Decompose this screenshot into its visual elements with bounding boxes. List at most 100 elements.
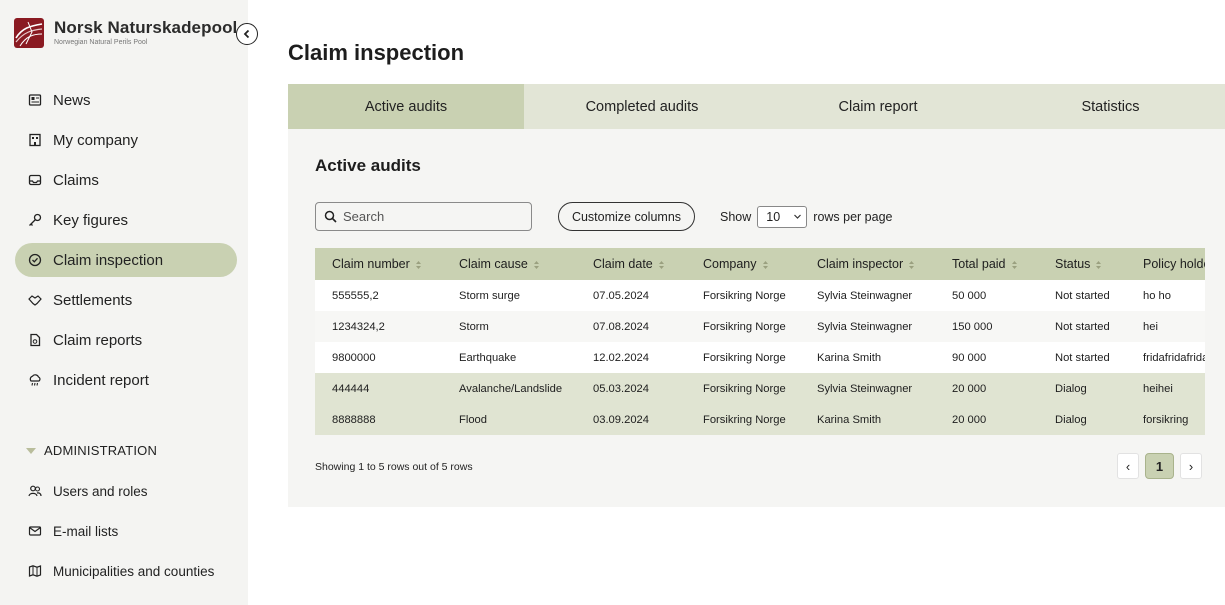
administration-heading: ADMINISTRATION bbox=[44, 443, 158, 458]
rows-per-page-select[interactable]: 10 bbox=[757, 205, 808, 228]
sidebar-item-my-company[interactable]: My company bbox=[15, 123, 237, 157]
table-row[interactable]: 555555,2 Storm surge 07.05.2024 Forsikri… bbox=[315, 280, 1205, 311]
section-title: Active audits bbox=[315, 156, 421, 175]
sidebar-item-label: My company bbox=[53, 131, 139, 149]
users-icon bbox=[28, 484, 42, 498]
previous-page-button[interactable]: ‹ bbox=[1117, 453, 1139, 479]
sidebar-item-label: News bbox=[53, 91, 91, 109]
page-1-button[interactable]: 1 bbox=[1145, 453, 1174, 479]
cell-policy-holder: fridafridafrida bbox=[1143, 351, 1205, 364]
caret-down-icon bbox=[26, 447, 36, 454]
sidebar: Norsk Naturskadepool Norwegian Natural P… bbox=[0, 0, 248, 605]
tab-statistics[interactable]: Statistics bbox=[996, 84, 1225, 129]
chevron-left-icon bbox=[243, 29, 250, 39]
column-header-claim-date[interactable]: Claim date bbox=[576, 257, 686, 271]
column-label: Claim cause bbox=[459, 257, 528, 271]
cell-status: Dialog bbox=[1055, 382, 1087, 395]
page-title: Claim inspection bbox=[288, 40, 465, 65]
column-label: Claim date bbox=[593, 257, 653, 271]
customize-columns-button[interactable]: Customize columns bbox=[558, 202, 695, 231]
cell-policy-holder: forsikring bbox=[1143, 413, 1189, 426]
cell-claim-number: 8888888 bbox=[332, 413, 376, 426]
search-input[interactable] bbox=[343, 209, 523, 224]
administration-toggle[interactable]: ADMINISTRATION bbox=[26, 443, 157, 458]
column-header-claim-cause[interactable]: Claim cause bbox=[442, 257, 576, 271]
cell-company: Forsikring Norge bbox=[703, 413, 786, 426]
cell-claim-date: 07.08.2024 bbox=[593, 320, 649, 333]
sidebar-item-claims[interactable]: Claims bbox=[15, 163, 237, 197]
cell-status: Not started bbox=[1055, 289, 1110, 302]
table-header: Claim number Claim cause Claim date Comp… bbox=[315, 248, 1205, 280]
sidebar-item-label: Key figures bbox=[53, 211, 129, 229]
inbox-icon bbox=[28, 173, 42, 187]
tab-completed-audits[interactable]: Completed audits bbox=[524, 84, 760, 129]
column-label: Claim number bbox=[332, 257, 410, 271]
cell-policy-holder: hei bbox=[1143, 320, 1158, 333]
column-header-company[interactable]: Company bbox=[686, 257, 800, 271]
cell-claim-number: 555555,2 bbox=[332, 289, 379, 302]
search-box[interactable] bbox=[315, 202, 532, 231]
map-icon bbox=[28, 564, 42, 578]
building-icon bbox=[28, 133, 42, 147]
cell-total-paid: 50 000 bbox=[952, 289, 987, 302]
cell-claim-cause: Storm surge bbox=[459, 289, 520, 302]
table-row[interactable]: 1234324,2 Storm 07.08.2024 Forsikring No… bbox=[315, 311, 1205, 342]
cell-claim-date: 03.09.2024 bbox=[593, 413, 649, 426]
tab-claim-report[interactable]: Claim report bbox=[760, 84, 996, 129]
sidebar-item-key-figures[interactable]: Key figures bbox=[15, 203, 237, 237]
sidebar-item-label: E-mail lists bbox=[53, 523, 119, 539]
logo-mark-icon bbox=[14, 18, 44, 48]
sidebar-item-settlements[interactable]: Settlements bbox=[15, 283, 237, 317]
key-icon bbox=[28, 213, 42, 227]
table-row[interactable]: 8888888 Flood 03.09.2024 Forsikring Norg… bbox=[315, 404, 1205, 435]
collapse-sidebar-button[interactable] bbox=[236, 23, 258, 45]
cell-claim-inspector: Sylvia Steinwagner bbox=[817, 289, 913, 302]
sidebar-item-email-lists[interactable]: E-mail lists bbox=[15, 514, 237, 548]
check-circle-icon bbox=[28, 253, 42, 267]
cell-total-paid: 20 000 bbox=[952, 382, 987, 395]
sidebar-item-label: Incident report bbox=[53, 371, 149, 389]
column-header-policy-holder[interactable]: Policy holde bbox=[1126, 257, 1205, 271]
cell-total-paid: 150 000 bbox=[952, 320, 993, 333]
sidebar-item-claim-inspection[interactable]: Claim inspection bbox=[15, 243, 237, 277]
cell-claim-date: 05.03.2024 bbox=[593, 382, 649, 395]
app-name: Norsk Naturskadepool bbox=[54, 18, 238, 37]
sort-icon bbox=[762, 260, 768, 269]
column-header-claim-inspector[interactable]: Claim inspector bbox=[800, 257, 935, 271]
cell-claim-inspector: Karina Smith bbox=[817, 351, 882, 364]
column-header-total-paid[interactable]: Total paid bbox=[935, 257, 1038, 271]
logo[interactable]: Norsk Naturskadepool Norwegian Natural P… bbox=[14, 18, 237, 48]
cell-policy-holder: heihei bbox=[1143, 382, 1173, 395]
next-page-button[interactable]: › bbox=[1180, 453, 1202, 479]
column-label: Total paid bbox=[952, 257, 1006, 271]
cell-claim-date: 07.05.2024 bbox=[593, 289, 649, 302]
tab-bar: Active audits Completed audits Claim rep… bbox=[288, 84, 1225, 129]
cell-company: Forsikring Norge bbox=[703, 289, 786, 302]
cell-status: Dialog bbox=[1055, 413, 1087, 426]
newspaper-icon bbox=[28, 93, 42, 107]
column-header-status[interactable]: Status bbox=[1038, 257, 1126, 271]
table-row[interactable]: 9800000 Earthquake 12.02.2024 Forsikring… bbox=[315, 342, 1205, 373]
sidebar-item-label: Claim inspection bbox=[53, 251, 164, 269]
sidebar-item-label: Settlements bbox=[53, 291, 133, 309]
sidebar-item-users-and-roles[interactable]: Users and roles bbox=[15, 474, 237, 508]
sidebar-item-municipalities[interactable]: Municipalities and counties bbox=[15, 554, 237, 588]
tab-active-audits[interactable]: Active audits bbox=[288, 84, 524, 129]
cell-status: Not started bbox=[1055, 351, 1110, 364]
column-header-claim-number[interactable]: Claim number bbox=[315, 257, 442, 271]
sort-icon bbox=[658, 260, 664, 269]
table-row[interactable]: 444444 Avalanche/Landslide 05.03.2024 Fo… bbox=[315, 373, 1205, 404]
active-audits-panel: Active audits Customize columns Show 10 … bbox=[288, 129, 1225, 507]
pagination-summary: Showing 1 to 5 rows out of 5 rows bbox=[315, 461, 473, 473]
cell-claim-cause: Earthquake bbox=[459, 351, 517, 364]
cell-total-paid: 90 000 bbox=[952, 351, 987, 364]
rows-per-page-suffix: rows per page bbox=[813, 209, 893, 224]
sidebar-item-incident-report[interactable]: Incident report bbox=[15, 363, 237, 397]
sidebar-item-news[interactable]: News bbox=[15, 83, 237, 117]
sidebar-item-claim-reports[interactable]: Claim reports bbox=[15, 323, 237, 357]
cell-claim-inspector: Sylvia Steinwagner bbox=[817, 320, 913, 333]
cell-status: Not started bbox=[1055, 320, 1110, 333]
rows-per-page-control: Show 10 rows per page bbox=[720, 202, 893, 231]
handshake-icon bbox=[28, 293, 42, 307]
search-icon bbox=[324, 210, 337, 223]
